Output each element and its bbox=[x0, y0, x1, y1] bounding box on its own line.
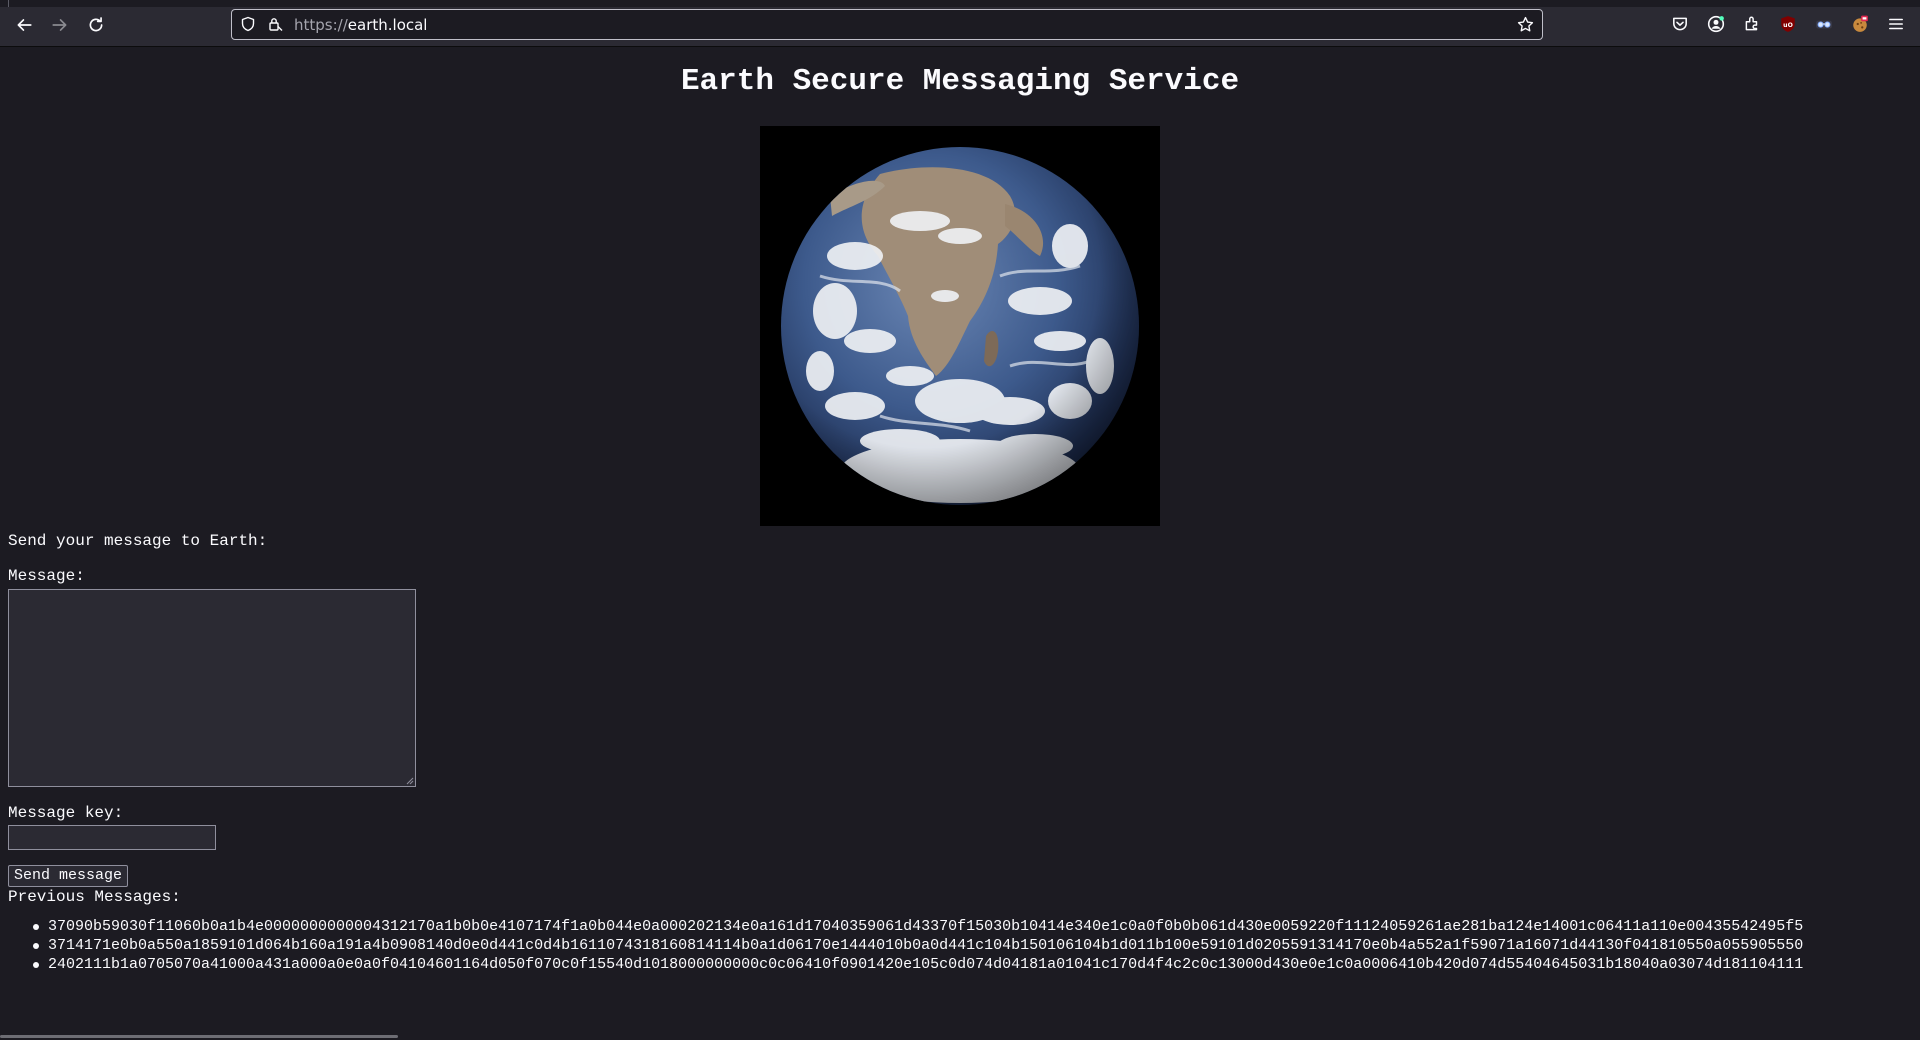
reload-icon bbox=[89, 17, 103, 32]
url-bar[interactable]: https://earth.local bbox=[231, 9, 1543, 40]
tab-strip bbox=[0, 0, 1920, 7]
message-text: 37090b59030f11060b0a1b4e0000000000004312… bbox=[48, 918, 1804, 935]
bullet bbox=[33, 943, 39, 949]
bullet bbox=[33, 962, 39, 968]
extension-cookie-button[interactable] bbox=[1850, 14, 1870, 34]
message-text: 2402111b1a0705070a41000a431a000a0e0a0f04… bbox=[48, 956, 1804, 973]
browser-toolbar: https://earth.local uO bbox=[0, 0, 1920, 47]
list-item: 37090b59030f11060b0a1b4e0000000000004312… bbox=[0, 917, 1920, 936]
send-prompt: Send your message to Earth: bbox=[8, 532, 268, 550]
previous-messages-list: 37090b59030f11060b0a1b4e0000000000004312… bbox=[0, 917, 1920, 974]
message-label: Message: bbox=[8, 567, 85, 585]
account-button[interactable] bbox=[1706, 14, 1726, 34]
resize-grip-icon[interactable] bbox=[406, 777, 414, 785]
horizontal-scrollbar[interactable] bbox=[0, 1035, 398, 1038]
shield-icon[interactable] bbox=[240, 16, 256, 32]
svg-text:uO: uO bbox=[1783, 22, 1793, 29]
extensions-button[interactable] bbox=[1742, 14, 1762, 34]
message-key-input[interactable] bbox=[8, 825, 216, 850]
account-icon bbox=[1707, 15, 1725, 33]
bullet bbox=[33, 924, 39, 930]
url-scheme: https:// bbox=[294, 16, 348, 34]
forward-button[interactable] bbox=[49, 14, 71, 36]
pocket-icon bbox=[1673, 17, 1687, 31]
earth-globe-graphic bbox=[781, 147, 1139, 505]
previous-messages-label: Previous Messages: bbox=[8, 888, 181, 906]
earth-image bbox=[760, 126, 1160, 526]
app-menu-button[interactable] bbox=[1886, 14, 1906, 34]
list-item: 2402111b1a0705070a41000a431a000a0e0a0f04… bbox=[0, 955, 1920, 974]
ublock-button[interactable]: uO bbox=[1778, 14, 1798, 34]
ext-glasses-icon bbox=[1816, 20, 1832, 29]
pocket-button[interactable] bbox=[1670, 14, 1690, 34]
message-key-label: Message key: bbox=[8, 804, 124, 822]
ublock-icon: uO bbox=[1781, 16, 1795, 32]
lock-icon[interactable] bbox=[267, 16, 283, 32]
page-content: Earth Secure Messaging Service Send your… bbox=[0, 47, 1920, 1040]
back-icon bbox=[17, 19, 32, 31]
ext-cookie-icon bbox=[1853, 15, 1868, 32]
list-item: 3714171e0b0a550a1859101d064b160a191a4b09… bbox=[0, 936, 1920, 955]
star-icon[interactable] bbox=[1517, 16, 1534, 33]
tab-edge bbox=[8, 0, 9, 7]
page-title: Earth Secure Messaging Service bbox=[680, 64, 1240, 99]
reload-button[interactable] bbox=[85, 14, 107, 36]
extensions-icon bbox=[1745, 16, 1758, 31]
extension-glasses-button[interactable] bbox=[1814, 14, 1834, 34]
url-host: earth.local bbox=[347, 16, 428, 34]
menu-icon bbox=[1889, 18, 1903, 30]
message-text: 3714171e0b0a550a1859101d064b160a191a4b09… bbox=[48, 937, 1804, 954]
back-button[interactable] bbox=[13, 14, 35, 36]
message-textarea[interactable] bbox=[8, 589, 416, 787]
send-message-button[interactable]: Send message bbox=[8, 865, 129, 887]
forward-icon bbox=[52, 19, 67, 31]
url-text[interactable]: https://earth.local bbox=[294, 16, 427, 34]
